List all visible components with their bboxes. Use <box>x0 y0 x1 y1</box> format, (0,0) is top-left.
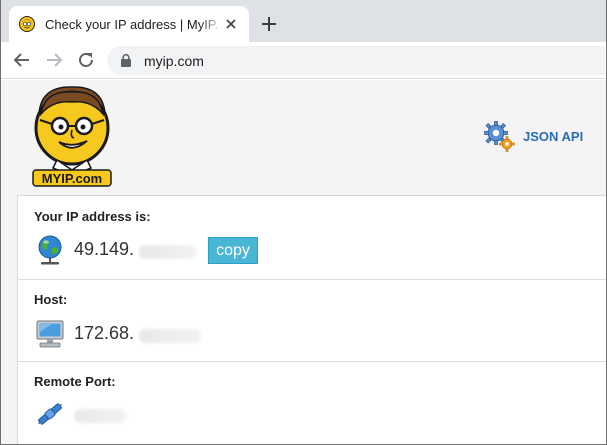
tab-title: Check your IP address | MyIP.com <box>45 17 219 32</box>
lock-icon[interactable] <box>119 53 133 68</box>
myip-logo[interactable]: MYIP.com <box>31 84 113 188</box>
address-bar[interactable]: myip.com <box>107 46 605 75</box>
url-text: myip.com <box>144 53 204 69</box>
close-icon[interactable] <box>223 16 239 32</box>
back-arrow-icon[interactable] <box>11 49 33 71</box>
remote-port-section: Remote Port: <box>18 362 606 444</box>
host-section: Host: 172.68. <box>18 280 606 362</box>
tab-title-fade <box>199 12 223 36</box>
remote-port-redacted <box>74 409 126 423</box>
results-panel: Your IP address is: 49.149. copy Host: 1… <box>17 195 606 444</box>
new-tab-plus-icon[interactable] <box>257 12 281 36</box>
network-plug-icon <box>38 403 62 425</box>
gears-icon <box>484 121 515 152</box>
host-redacted <box>139 329 201 343</box>
remote-port-label: Remote Port: <box>34 374 116 389</box>
copy-button[interactable]: copy <box>208 237 258 264</box>
json-api-label: JSON API <box>523 129 584 144</box>
ip-address-label: Your IP address is: <box>34 209 151 224</box>
page-content: MYIP.com JSON API Your IP address is: 49… <box>1 80 606 444</box>
browser-toolbar: myip.com <box>1 42 606 79</box>
browser-tab[interactable]: Check your IP address | MyIP.com <box>9 6 249 42</box>
ip-address-redacted <box>139 245 197 259</box>
globe-network-icon <box>38 235 62 265</box>
tab-strip: Check your IP address | MyIP.com <box>1 0 606 42</box>
host-value: 172.68. <box>74 323 135 343</box>
computer-monitor-icon <box>36 320 64 348</box>
reload-icon[interactable] <box>75 49 97 71</box>
browser-window: Check your IP address | MyIP.com myip <box>0 0 607 445</box>
host-label: Host: <box>34 292 68 307</box>
forward-arrow-icon[interactable] <box>43 49 65 71</box>
logo-text: MYIP.com <box>42 171 102 186</box>
ip-address-value: 49.149. <box>74 239 135 259</box>
myip-favicon-icon <box>19 16 35 32</box>
ip-address-section: Your IP address is: 49.149. copy <box>18 196 606 280</box>
